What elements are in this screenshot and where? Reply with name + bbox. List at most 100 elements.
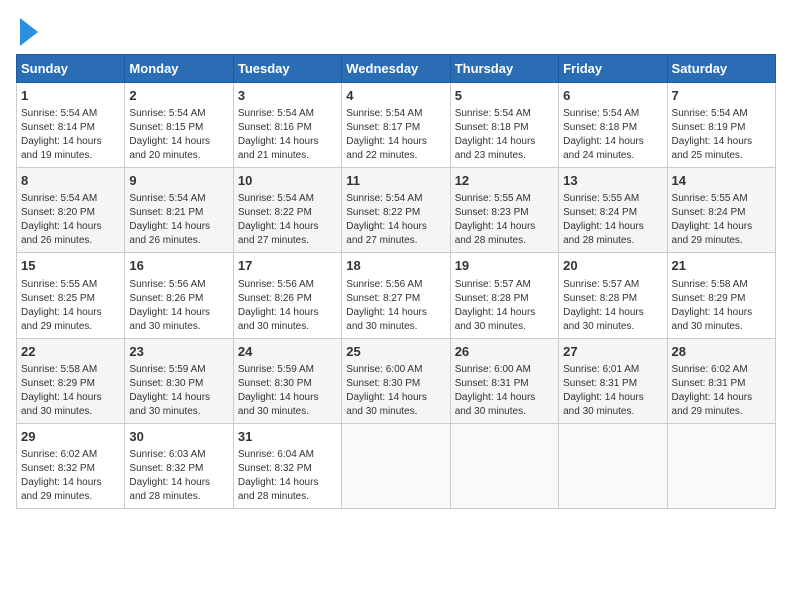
calendar-day-cell: 16Sunrise: 5:56 AM Sunset: 8:26 PM Dayli…: [125, 253, 233, 338]
calendar-day-cell: 21Sunrise: 5:58 AM Sunset: 8:29 PM Dayli…: [667, 253, 775, 338]
day-number: 23: [129, 343, 228, 361]
day-info: Sunrise: 5:54 AM Sunset: 8:18 PM Dayligh…: [563, 107, 662, 163]
day-info: Sunrise: 5:57 AM Sunset: 8:28 PM Dayligh…: [455, 278, 554, 334]
day-number: 17: [238, 257, 337, 275]
day-number: 11: [346, 172, 445, 190]
calendar-day-cell: 31Sunrise: 6:04 AM Sunset: 8:32 PM Dayli…: [233, 423, 341, 508]
calendar-day-cell: 1 Sunrise: 5:54 AM Sunset: 8:14 PM Daylig…: [17, 83, 125, 168]
calendar-day-cell: 10Sunrise: 5:54 AM Sunset: 8:22 PM Dayli…: [233, 168, 341, 253]
calendar-day-cell: 29 Sunrise: 6:02 AM Sunset: 8:32 PM Dayli…: [17, 423, 125, 508]
day-info: Sunrise: 6:03 AM Sunset: 8:32 PM Dayligh…: [129, 448, 228, 504]
day-of-week-header: Tuesday: [233, 55, 341, 83]
calendar-day-cell: [342, 423, 450, 508]
logo: [16, 16, 38, 46]
calendar-day-cell: 18 Sunrise: 5:56 AM Sunset: 8:27 PM Dayli…: [342, 253, 450, 338]
calendar-day-cell: 25 Sunrise: 6:00 AM Sunset: 8:30 PM Dayli…: [342, 338, 450, 423]
calendar-day-cell: 22Sunrise: 5:58 AM Sunset: 8:29 PM Dayli…: [17, 338, 125, 423]
day-number: 7: [672, 87, 771, 105]
day-number: 9: [129, 172, 228, 190]
day-info: Sunrise: 5:54 AM Sunset: 8:22 PM Dayligh…: [346, 192, 445, 248]
calendar-day-cell: 15Sunrise: 5:55 AM Sunset: 8:25 PM Dayli…: [17, 253, 125, 338]
calendar-day-cell: 7 Sunrise: 5:54 AM Sunset: 8:19 PM Daylig…: [667, 83, 775, 168]
calendar-day-cell: 4 Sunrise: 5:54 AM Sunset: 8:17 PM Daylig…: [342, 83, 450, 168]
calendar-day-cell: 19 Sunrise: 5:57 AM Sunset: 8:28 PM Dayli…: [450, 253, 558, 338]
day-info: Sunrise: 5:54 AM Sunset: 8:22 PM Dayligh…: [238, 192, 337, 248]
calendar-day-cell: 8 Sunrise: 5:54 AM Sunset: 8:20 PM Daylig…: [17, 168, 125, 253]
day-number: 6: [563, 87, 662, 105]
day-info: Sunrise: 5:54 AM Sunset: 8:19 PM Dayligh…: [672, 107, 771, 163]
day-info: Sunrise: 5:56 AM Sunset: 8:26 PM Dayligh…: [129, 278, 228, 334]
day-info: Sunrise: 6:01 AM Sunset: 8:31 PM Dayligh…: [563, 363, 662, 419]
day-number: 1: [21, 87, 120, 105]
day-number: 24: [238, 343, 337, 361]
day-info: Sunrise: 5:54 AM Sunset: 8:18 PM Dayligh…: [455, 107, 554, 163]
calendar-week-row: 1 Sunrise: 5:54 AM Sunset: 8:14 PM Daylig…: [17, 83, 776, 168]
calendar-day-cell: 23 Sunrise: 5:59 AM Sunset: 8:30 PM Dayli…: [125, 338, 233, 423]
day-info: Sunrise: 6:00 AM Sunset: 8:30 PM Dayligh…: [346, 363, 445, 419]
calendar-day-cell: 5 Sunrise: 5:54 AM Sunset: 8:18 PM Daylig…: [450, 83, 558, 168]
calendar-week-row: 29 Sunrise: 6:02 AM Sunset: 8:32 PM Dayli…: [17, 423, 776, 508]
day-of-week-header: Wednesday: [342, 55, 450, 83]
day-number: 27: [563, 343, 662, 361]
calendar-day-cell: 17 Sunrise: 5:56 AM Sunset: 8:26 PM Dayli…: [233, 253, 341, 338]
day-number: 14: [672, 172, 771, 190]
day-number: 2: [129, 87, 228, 105]
calendar-day-cell: 20 Sunrise: 5:57 AM Sunset: 8:28 PM Dayli…: [559, 253, 667, 338]
day-number: 20: [563, 257, 662, 275]
day-info: Sunrise: 5:54 AM Sunset: 8:15 PM Dayligh…: [129, 107, 228, 163]
calendar-day-cell: 12 Sunrise: 5:55 AM Sunset: 8:23 PM Dayli…: [450, 168, 558, 253]
day-info: Sunrise: 5:59 AM Sunset: 8:30 PM Dayligh…: [129, 363, 228, 419]
calendar-day-cell: 2 Sunrise: 5:54 AM Sunset: 8:15 PM Daylig…: [125, 83, 233, 168]
day-info: Sunrise: 6:02 AM Sunset: 8:31 PM Dayligh…: [672, 363, 771, 419]
day-number: 28: [672, 343, 771, 361]
calendar-day-cell: [450, 423, 558, 508]
day-info: Sunrise: 6:04 AM Sunset: 8:32 PM Dayligh…: [238, 448, 337, 504]
calendar-day-cell: 6 Sunrise: 5:54 AM Sunset: 8:18 PM Daylig…: [559, 83, 667, 168]
day-of-week-header: Monday: [125, 55, 233, 83]
day-number: 8: [21, 172, 120, 190]
day-number: 25: [346, 343, 445, 361]
day-of-week-header: Sunday: [17, 55, 125, 83]
day-of-week-header: Saturday: [667, 55, 775, 83]
day-info: Sunrise: 5:54 AM Sunset: 8:16 PM Dayligh…: [238, 107, 337, 163]
page-header: [16, 16, 776, 46]
day-info: Sunrise: 5:57 AM Sunset: 8:28 PM Dayligh…: [563, 278, 662, 334]
day-info: Sunrise: 6:02 AM Sunset: 8:32 PM Dayligh…: [21, 448, 120, 504]
day-info: Sunrise: 5:54 AM Sunset: 8:21 PM Dayligh…: [129, 192, 228, 248]
day-number: 29: [21, 428, 120, 446]
calendar-day-cell: 9 Sunrise: 5:54 AM Sunset: 8:21 PM Daylig…: [125, 168, 233, 253]
day-number: 3: [238, 87, 337, 105]
day-number: 5: [455, 87, 554, 105]
day-number: 4: [346, 87, 445, 105]
day-number: 22: [21, 343, 120, 361]
day-number: 13: [563, 172, 662, 190]
day-of-week-header: Friday: [559, 55, 667, 83]
calendar-day-cell: 28 Sunrise: 6:02 AM Sunset: 8:31 PM Dayli…: [667, 338, 775, 423]
calendar-week-row: 15Sunrise: 5:55 AM Sunset: 8:25 PM Dayli…: [17, 253, 776, 338]
day-number: 30: [129, 428, 228, 446]
day-info: Sunrise: 5:56 AM Sunset: 8:26 PM Dayligh…: [238, 278, 337, 334]
day-number: 26: [455, 343, 554, 361]
calendar-week-row: 8 Sunrise: 5:54 AM Sunset: 8:20 PM Daylig…: [17, 168, 776, 253]
calendar-day-cell: 27 Sunrise: 6:01 AM Sunset: 8:31 PM Dayli…: [559, 338, 667, 423]
day-info: Sunrise: 5:55 AM Sunset: 8:25 PM Dayligh…: [21, 278, 120, 334]
day-info: Sunrise: 6:00 AM Sunset: 8:31 PM Dayligh…: [455, 363, 554, 419]
day-info: Sunrise: 5:59 AM Sunset: 8:30 PM Dayligh…: [238, 363, 337, 419]
calendar-week-row: 22Sunrise: 5:58 AM Sunset: 8:29 PM Dayli…: [17, 338, 776, 423]
day-info: Sunrise: 5:54 AM Sunset: 8:20 PM Dayligh…: [21, 192, 120, 248]
day-number: 12: [455, 172, 554, 190]
calendar-day-cell: 14Sunrise: 5:55 AM Sunset: 8:24 PM Dayli…: [667, 168, 775, 253]
day-info: Sunrise: 5:56 AM Sunset: 8:27 PM Dayligh…: [346, 278, 445, 334]
day-number: 19: [455, 257, 554, 275]
calendar-header-row: SundayMondayTuesdayWednesdayThursdayFrid…: [17, 55, 776, 83]
day-of-week-header: Thursday: [450, 55, 558, 83]
day-info: Sunrise: 5:54 AM Sunset: 8:14 PM Dayligh…: [21, 107, 120, 163]
day-number: 18: [346, 257, 445, 275]
day-info: Sunrise: 5:54 AM Sunset: 8:17 PM Dayligh…: [346, 107, 445, 163]
calendar-day-cell: [667, 423, 775, 508]
calendar-day-cell: 26 Sunrise: 6:00 AM Sunset: 8:31 PM Dayli…: [450, 338, 558, 423]
logo-arrow-icon: [20, 18, 38, 46]
day-info: Sunrise: 5:55 AM Sunset: 8:23 PM Dayligh…: [455, 192, 554, 248]
day-info: Sunrise: 5:55 AM Sunset: 8:24 PM Dayligh…: [563, 192, 662, 248]
calendar-day-cell: [559, 423, 667, 508]
